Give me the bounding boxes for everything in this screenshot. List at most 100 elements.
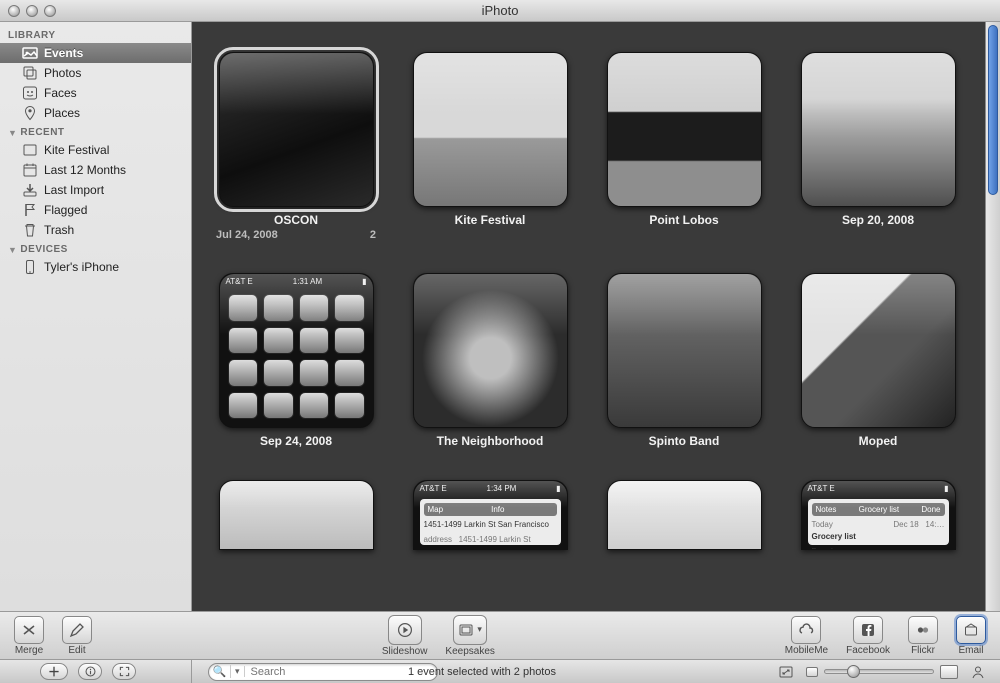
tool-keepsakes[interactable]: Keepsakes	[445, 615, 494, 657]
event-thumbnail[interactable]	[413, 52, 568, 207]
sidebar-item-trash[interactable]: Trash	[0, 220, 191, 240]
sidebar-section-library: LIBRARY	[0, 26, 191, 43]
events-icon	[22, 45, 38, 61]
info-button[interactable]	[78, 663, 102, 680]
sidebar-item-places[interactable]: Places	[0, 103, 191, 123]
tool-facebook[interactable]: Facebook	[846, 616, 890, 656]
import-icon	[22, 182, 38, 198]
tool-email[interactable]: Email	[956, 616, 986, 656]
event-title: Kite Festival	[455, 213, 526, 227]
event-thumbnail[interactable]	[607, 52, 762, 207]
thumbnail-size-slider[interactable]	[806, 665, 958, 679]
facebook-icon	[853, 616, 883, 644]
tool-label: MobileMe	[785, 645, 828, 656]
search-input[interactable]	[245, 666, 437, 678]
event-spinto-band[interactable]: Spinto Band	[590, 273, 778, 448]
sidebar-item-events[interactable]: Events	[0, 43, 191, 63]
event-thumbnail[interactable]	[801, 273, 956, 428]
event-oscon[interactable]: OSCON Jul 24, 2008 2	[202, 52, 390, 241]
scrollbar-thumb[interactable]	[988, 25, 998, 195]
event-thumbnail[interactable]	[413, 273, 568, 428]
zoom-window-button[interactable]	[44, 5, 56, 17]
tool-edit[interactable]: Edit	[62, 616, 92, 656]
event-title: OSCON	[274, 213, 318, 227]
event-count: 2	[370, 229, 376, 241]
event-thumbnail[interactable]	[219, 480, 374, 550]
sidebar-footer: ＋	[0, 660, 192, 683]
sidebar-item-flagged[interactable]: Flagged	[0, 200, 191, 220]
event-thumbnail[interactable]: AT&T E1:34 PM▮ MapInfo 1451-1499 Larkin …	[413, 480, 568, 550]
slider-knob[interactable]	[847, 665, 860, 678]
sidebar-item-last-import[interactable]: Last Import	[0, 180, 191, 200]
fullscreen-button[interactable]	[112, 663, 136, 680]
event-moped[interactable]: Moped	[784, 273, 972, 448]
event-date: Jul 24, 2008	[216, 229, 278, 241]
event-sep-20-2008[interactable]: Sep 20, 2008	[784, 52, 972, 241]
tool-merge[interactable]: Merge	[14, 616, 44, 656]
event-title: Point Lobos	[649, 213, 718, 227]
sidebar-item-tylers-iphone[interactable]: Tyler's iPhone	[0, 257, 191, 277]
event-meta: Jul 24, 2008 2	[216, 229, 376, 241]
calendar-icon	[22, 162, 38, 178]
sidebar-item-last-12-months[interactable]: Last 12 Months	[0, 160, 191, 180]
search-field[interactable]: 🔍 ▾	[208, 663, 438, 681]
event-the-neighborhood[interactable]: The Neighborhood	[396, 273, 584, 448]
tool-flickr[interactable]: Flickr	[908, 616, 938, 656]
events-grid-area: OSCON Jul 24, 2008 2 Kite Festival Point…	[192, 22, 1000, 611]
event-thumbnail[interactable]: AT&T E▮ NotesGrocery listDone TodayDec 1…	[801, 480, 956, 550]
event-thumbnail[interactable]	[607, 273, 762, 428]
event-point-lobos[interactable]: Point Lobos	[590, 52, 778, 241]
sidebar-item-label: Faces	[44, 86, 77, 100]
sidebar-section-devices[interactable]: ▼ DEVICES	[0, 240, 191, 257]
sidebar-item-photos[interactable]: Photos	[0, 63, 191, 83]
vertical-scrollbar[interactable]	[985, 22, 1000, 611]
window-titlebar: iPhoto	[0, 0, 1000, 22]
tool-slideshow[interactable]: Slideshow	[382, 615, 428, 657]
search-icon: 🔍	[209, 665, 231, 678]
add-button[interactable]: ＋	[40, 663, 68, 680]
event-partial[interactable]: AT&T E1:34 PM▮ MapInfo 1451-1499 Larkin …	[396, 480, 584, 550]
sidebar-item-label: Trash	[44, 223, 74, 237]
small-thumb-icon	[806, 667, 818, 677]
sidebar-section-label: LIBRARY	[8, 30, 56, 41]
event-thumbnail[interactable]	[219, 52, 374, 207]
iphone-icon	[22, 259, 38, 275]
event-title: Moped	[859, 434, 898, 448]
email-icon	[956, 616, 986, 644]
status-bar: ＋ 🔍 ▾ 1 event selected with 2 photos	[0, 659, 1000, 683]
sidebar-item-faces[interactable]: Faces	[0, 83, 191, 103]
event-thumbnail[interactable]	[801, 52, 956, 207]
sidebar-item-label: Flagged	[44, 203, 87, 217]
tool-label: Edit	[68, 645, 85, 656]
event-partial[interactable]: AT&T E▮ NotesGrocery listDone TodayDec 1…	[784, 480, 972, 550]
sidebar-item-label: Last Import	[44, 183, 104, 197]
event-thumbnail[interactable]: AT&T E1:31 AM▮	[219, 273, 374, 428]
disclosure-triangle-icon: ▼	[8, 128, 17, 138]
slideshow-icon	[388, 615, 422, 645]
tool-mobileme[interactable]: MobileMe	[785, 616, 828, 656]
close-window-button[interactable]	[8, 5, 20, 17]
sidebar-section-recent[interactable]: ▼ RECENT	[0, 123, 191, 140]
sidebar: LIBRARY Events Photos Faces Places	[0, 22, 192, 611]
event-partial[interactable]	[202, 480, 390, 550]
large-thumb-icon	[940, 665, 958, 679]
event-title: The Neighborhood	[437, 434, 544, 448]
sidebar-section-label: RECENT	[20, 127, 64, 138]
sidebar-item-label: Last 12 Months	[44, 163, 126, 177]
slider-track[interactable]	[824, 669, 934, 674]
tool-label: Keepsakes	[445, 646, 494, 657]
tool-label: Flickr	[911, 645, 935, 656]
search-scope-dropdown[interactable]: ▾	[231, 666, 245, 677]
photos-icon	[22, 65, 38, 81]
sidebar-item-kite-festival[interactable]: Kite Festival	[0, 140, 191, 160]
keepsakes-icon	[453, 615, 487, 645]
event-sep-24-2008[interactable]: AT&T E1:31 AM▮ Sep 24, 2008	[202, 273, 390, 448]
event-partial[interactable]	[590, 480, 778, 550]
edit-icon	[62, 616, 92, 644]
sidebar-item-label: Kite Festival	[44, 143, 109, 157]
minimize-window-button[interactable]	[26, 5, 38, 17]
event-kite-festival[interactable]: Kite Festival	[396, 52, 584, 241]
enter-fullscreen-icon[interactable]	[778, 664, 794, 680]
event-thumbnail[interactable]	[607, 480, 762, 550]
person-icon[interactable]	[970, 664, 986, 680]
